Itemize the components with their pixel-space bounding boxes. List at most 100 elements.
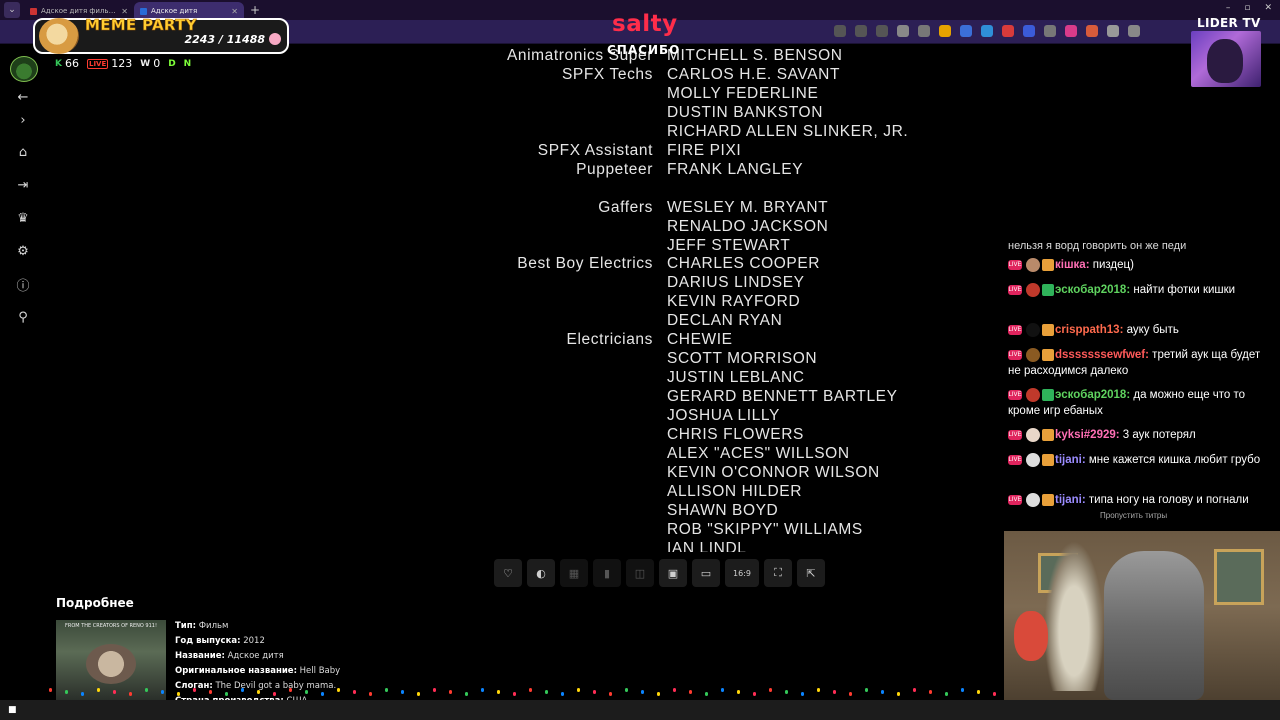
spasibo-label: СПАСИБО xyxy=(607,43,681,57)
credit-name: CHEWIE xyxy=(667,331,733,349)
wall-picture xyxy=(1214,549,1264,605)
credit-name: CHARLES COOPER xyxy=(667,255,821,273)
new-tab-button[interactable]: + xyxy=(250,3,260,17)
garland-bulb xyxy=(641,690,644,694)
open-external-button[interactable]: ⇱ xyxy=(797,559,825,587)
picture-button[interactable]: ▣ xyxy=(659,559,687,587)
theme-toggle-button[interactable]: ◐ xyxy=(527,559,555,587)
credit-name: DECLAN RYAN xyxy=(667,312,783,330)
extension-icon[interactable] xyxy=(1107,25,1119,37)
meta-row: Год выпуска: 2012 xyxy=(175,634,340,649)
credit-row: JOSHUA LILLY xyxy=(0,407,1004,426)
extension-icon[interactable] xyxy=(960,25,972,37)
credit-name: SHAWN BOYD xyxy=(667,501,779,519)
audio-button[interactable]: ▮ xyxy=(593,559,621,587)
chat-badge-icon xyxy=(1042,323,1054,336)
extension-icon[interactable] xyxy=(1023,25,1035,37)
windows-start-icon[interactable]: ■ xyxy=(8,705,18,715)
chat-message: LIVE эскобар2018: найти фотки кишки xyxy=(1008,282,1276,298)
credit-name: ALLISON HILDER xyxy=(667,482,803,500)
favorite-button[interactable]: ♡ xyxy=(494,559,522,587)
extension-icon[interactable] xyxy=(939,25,951,37)
chat-text: пиздец) xyxy=(1092,259,1134,271)
chat-username[interactable]: dsssssssewfwef xyxy=(1055,349,1145,361)
minimize-icon[interactable]: – xyxy=(1226,3,1231,13)
extension-icon[interactable] xyxy=(1065,25,1077,37)
credit-row: RENALDO JACKSON xyxy=(0,218,1004,237)
screen-button[interactable]: ▭ xyxy=(692,559,720,587)
garland-bulb xyxy=(81,692,84,696)
close-tab-icon[interactable]: ✕ xyxy=(121,7,128,16)
lider-tv-title: LIDER TV xyxy=(1197,16,1261,30)
close-window-icon[interactable]: ✕ xyxy=(1264,3,1272,13)
meme-party-widget: MEME PARTY 2243 / 11488 xyxy=(33,16,289,54)
maximize-icon[interactable]: ▫ xyxy=(1244,3,1250,13)
garland-bulb xyxy=(497,690,500,694)
chat-avatar xyxy=(1026,322,1040,337)
stat-w: W0 xyxy=(140,57,160,70)
extension-icon[interactable] xyxy=(1002,25,1014,37)
garland-bulb xyxy=(369,692,372,696)
garland-bulb xyxy=(785,690,788,694)
site-favicon-icon xyxy=(30,7,37,15)
extension-icon[interactable] xyxy=(918,25,930,37)
split-button[interactable]: ◫ xyxy=(626,559,654,587)
extension-icon[interactable] xyxy=(1128,25,1140,37)
chat-username[interactable]: эскобар2018 xyxy=(1055,389,1126,401)
credit-row: Gaffers WESLEY M. BRYANT xyxy=(0,199,1004,218)
tab-list-button[interactable]: ⌄ xyxy=(4,2,20,18)
chat-avatar xyxy=(1026,257,1040,272)
garland-bulb xyxy=(865,688,868,692)
credit-row: KEVIN O'CONNOR WILSON xyxy=(0,464,1004,483)
garland-bulb xyxy=(609,692,612,696)
lider-tv-avatar xyxy=(1191,31,1261,87)
garland-bulb xyxy=(625,688,628,692)
cast-icon[interactable] xyxy=(855,25,867,37)
extension-icon[interactable] xyxy=(981,25,993,37)
credit-name: FRANK LANGLEY xyxy=(667,160,804,178)
garland-bulb xyxy=(193,688,196,692)
credit-name: DUSTIN BANKSTON xyxy=(667,103,823,121)
garland-bulb xyxy=(481,688,484,692)
chat-username[interactable]: эскобар2018 xyxy=(1055,284,1126,296)
garland-bulb xyxy=(401,690,404,694)
zoom-icon[interactable] xyxy=(834,25,846,37)
garland-bulb xyxy=(433,688,436,692)
pig-icon xyxy=(269,33,281,45)
garland-bulb xyxy=(97,688,100,692)
meta-value: Hell Baby xyxy=(296,666,341,676)
close-tab-icon[interactable]: ✕ xyxy=(231,7,238,16)
live-platform-icon: LIVE xyxy=(1008,429,1022,440)
extension-icon[interactable] xyxy=(897,25,909,37)
garland-bulb xyxy=(929,690,932,694)
credit-name: FIRE PIXI xyxy=(667,141,742,159)
extension-icon[interactable] xyxy=(1086,25,1098,37)
live-platform-icon: LIVE xyxy=(1008,389,1022,400)
video-credits[interactable]: Animatronics Super MITCHELL S. BENSON SPFX… xyxy=(0,44,1004,552)
chat-username[interactable]: tijani xyxy=(1055,454,1082,466)
garland-bulb xyxy=(561,692,564,696)
chat-message: LIVE tijani: мне кажется кишка любит груб… xyxy=(1008,452,1276,468)
credit-role: Puppeteer xyxy=(576,160,653,178)
extension-icon[interactable] xyxy=(1044,25,1056,37)
credit-row: ROB "SKIPPY" WILLIAMS xyxy=(0,521,1004,540)
live-platform-icon: LIVE xyxy=(1008,324,1022,335)
grid-button[interactable]: ▦ xyxy=(560,559,588,587)
credit-name: KEVIN O'CONNOR WILSON xyxy=(667,463,880,481)
fullscreen-button[interactable]: ⛶ xyxy=(764,559,792,587)
bookmark-star-icon[interactable] xyxy=(876,25,888,37)
credit-row: JUSTIN LEBLANC xyxy=(0,369,1004,388)
credit-name: ALEX "ACES" WILLSON xyxy=(667,444,850,462)
chat-username[interactable]: кішка xyxy=(1055,259,1086,271)
credit-name: SCOTT MORRISON xyxy=(667,350,818,368)
chat-username[interactable]: kyksi#2929 xyxy=(1055,429,1116,441)
chat-username[interactable]: tijani xyxy=(1055,494,1082,506)
meta-value: Адское дитя xyxy=(224,651,284,661)
garland-bulb xyxy=(657,692,660,696)
poster-image xyxy=(86,644,136,684)
player-controls: ♡ ◐ ▦ ▮ ◫ ▣ ▭ 16:9 ⛶ ⇱ xyxy=(494,559,825,587)
chat-username[interactable]: crisppath13 xyxy=(1055,324,1120,336)
garland-bulb xyxy=(273,692,276,696)
skip-credits-label[interactable]: Пропустить титры xyxy=(1100,508,1167,524)
aspect-ratio-button[interactable]: 16:9 xyxy=(725,559,759,587)
